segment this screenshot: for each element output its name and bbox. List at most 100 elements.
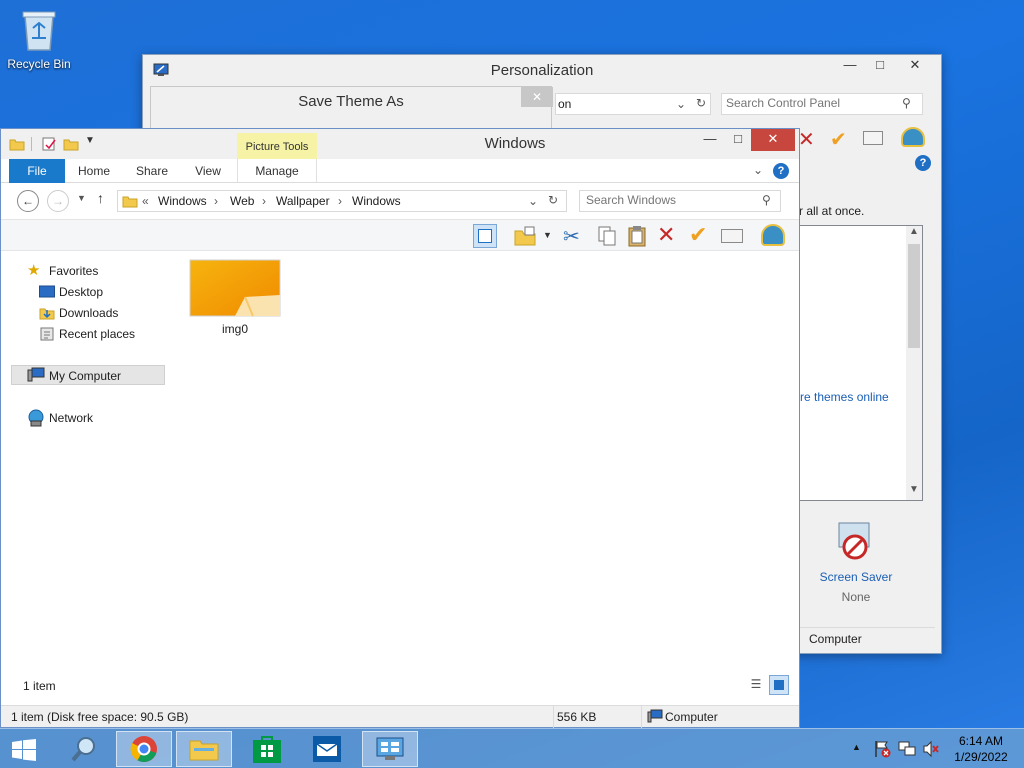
nav-desktop[interactable]: Desktop [59,282,103,302]
status-computer: Computer [665,710,718,724]
recycle-bin-label: Recycle Bin [7,57,71,71]
action-center-icon[interactable] [874,740,892,758]
command-toolbar: ▼ ✂ ✕ ✔ [1,219,799,251]
breadcrumb-separator-icon[interactable]: › [262,194,266,208]
up-button[interactable]: ↑ [97,190,104,206]
properties-icon[interactable] [721,229,743,243]
refresh-icon[interactable]: ↻ [548,193,558,207]
pers-minimize-button[interactable]: — [835,55,865,77]
system-clock[interactable]: 6:14 AM 1/29/2022 [946,733,1016,765]
address-bar[interactable]: « Windows › Web › Wallpaper › Windows ⌄ … [117,190,567,212]
themes-scrollbar[interactable]: ▲ ▼ [906,226,922,500]
scroll-up-icon[interactable]: ▲ [906,226,922,242]
screen-saver-item[interactable]: Screen Saver None [811,519,901,604]
back-button[interactable]: ← [17,190,39,212]
pers-address-bar[interactable]: on ⌄ ↻ [555,93,711,115]
details-view-icon[interactable]: ☰ [747,677,765,695]
tab-share[interactable]: Share [125,159,179,183]
pers-address-text: on [558,97,572,111]
file-explorer-icon [189,740,219,761]
start-button[interactable] [0,731,50,767]
forward-button[interactable]: → [47,190,69,212]
recent-locations-icon[interactable]: ▼ [77,193,86,203]
chrome-icon [130,736,157,763]
organize-dropdown-icon[interactable]: ▼ [543,230,552,240]
taskbar: ▲ 6:14 AM 1/29/2022 [0,728,1024,768]
taskbar-control-panel-button[interactable] [362,731,418,767]
save-theme-dialog: Save Theme As ✕ [150,86,553,130]
refresh-icon[interactable]: ↻ [696,96,706,110]
ribbon-expand-icon[interactable]: ⌄ [753,163,763,177]
control-panel-icon [376,737,404,760]
navigation-bar: ← → ▼ ↑ « Windows › Web › Wallpaper › Wi… [1,187,799,215]
explorer-help-icon[interactable]: ? [773,163,789,179]
check-icon[interactable]: ✔ [830,127,847,152]
search-input[interactable] [586,193,756,207]
paste-icon[interactable] [625,224,649,248]
taskbar-chrome-button[interactable] [116,731,172,767]
delete-icon[interactable]: ✕ [657,222,675,248]
ribbon-tabs: File Home Share View Manage ⌄ ? [1,159,799,183]
mail-icon [313,736,341,762]
computer-icon [27,367,45,382]
preview-pane-icon[interactable] [473,224,497,248]
scroll-down-icon[interactable]: ▼ [906,484,922,500]
tab-file[interactable]: File [9,159,65,183]
explorer-maximize-button[interactable]: □ [725,129,751,151]
get-themes-online-link[interactable]: re themes online [800,390,889,404]
delete-icon[interactable]: ✕ [798,127,815,152]
tab-manage[interactable]: Manage [237,159,317,183]
explorer-close-button[interactable]: ✕ [751,129,795,151]
recycle-bin[interactable]: Recycle Bin [4,6,74,71]
pers-description-fragment: r all at once. [799,204,865,218]
nav-recent-places[interactable]: Recent places [59,324,135,344]
pers-close-button[interactable]: ✕ [895,55,935,77]
scroll-thumb[interactable] [908,244,920,348]
new-folder-qat-icon[interactable] [63,136,79,152]
shell-icon[interactable] [901,127,925,147]
nav-my-computer[interactable]: My Computer [49,366,121,386]
pers-maximize-button[interactable]: □ [865,55,895,77]
nav-downloads[interactable]: Downloads [59,303,118,323]
address-dropdown-icon[interactable]: ⌄ [528,194,538,208]
themes-list[interactable]: ▲ ▼ re themes online [799,225,923,501]
network-icon [28,409,44,427]
tab-home[interactable]: Home [67,159,121,183]
pers-search-input[interactable] [726,96,896,110]
taskbar-store-button[interactable] [240,731,296,767]
save-dialog-close-button[interactable]: ✕ [521,87,553,107]
search-icon: ⚲ [902,96,911,110]
breadcrumb-separator-icon[interactable]: › [338,194,342,208]
tab-view[interactable]: View [181,159,235,183]
file-item[interactable]: img0 [187,259,283,336]
breadcrumb-web[interactable]: Web [230,194,254,208]
qat-dropdown-icon[interactable]: ▼ [85,135,95,146]
windows-logo-icon [12,739,36,761]
organize-folder-icon[interactable] [513,224,537,248]
taskbar-search-button[interactable] [56,731,112,767]
breadcrumb-separator-icon[interactable]: › [214,194,218,208]
help-icon[interactable]: ? [915,155,931,171]
nav-favorites[interactable]: Favorites [49,261,98,281]
explorer-minimize-button[interactable]: — [695,129,725,151]
properties-qat-icon[interactable] [41,136,57,152]
breadcrumb-windows[interactable]: Windows [158,194,207,208]
taskbar-mail-button[interactable] [300,731,356,767]
breadcrumb-overflow[interactable]: « [142,194,149,208]
search-box[interactable]: ⚲ [579,190,781,212]
cut-icon[interactable]: ✂ [563,224,580,249]
taskbar-explorer-button[interactable] [176,731,232,767]
nav-network[interactable]: Network [49,408,93,428]
properties-icon[interactable] [863,131,883,145]
shell-icon[interactable] [761,224,785,246]
check-icon[interactable]: ✔ [689,222,707,248]
show-hidden-icons-button[interactable]: ▲ [852,742,861,752]
breadcrumb-windows-current[interactable]: Windows [352,194,401,208]
network-tray-icon[interactable] [898,740,916,758]
large-icons-view-icon[interactable] [769,675,789,695]
copy-icon[interactable] [595,224,619,248]
volume-muted-icon[interactable] [922,740,940,758]
address-folder-icon [122,196,138,208]
pers-search-box[interactable]: ⚲ [721,93,923,115]
breadcrumb-wallpaper[interactable]: Wallpaper [276,194,330,208]
